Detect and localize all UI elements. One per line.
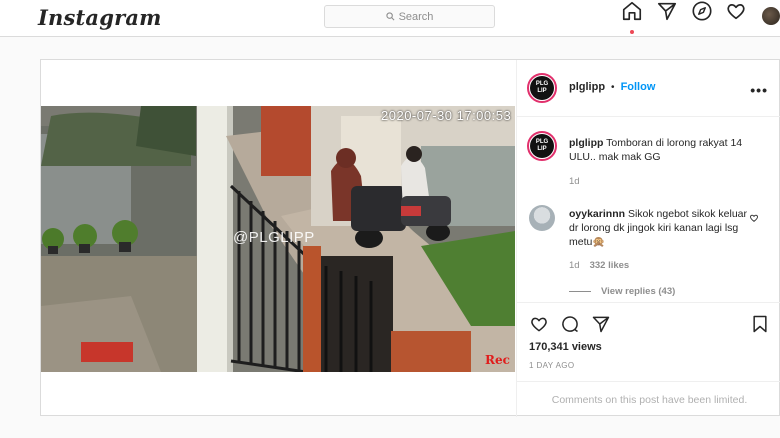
comment-like-heart-icon[interactable] (749, 210, 759, 222)
view-replies-label: View replies (43) (601, 286, 676, 297)
avatar-text-top: PLG (535, 81, 549, 87)
search-icon (385, 12, 395, 21)
more-options-icon[interactable]: ••• (750, 82, 768, 98)
post-caption: plglipp Tomboran di lorong rakyat 14 ULU… (569, 136, 769, 164)
avatar-text-bottom: LIP (537, 146, 547, 152)
commenter-avatar[interactable] (529, 205, 555, 231)
follow-button[interactable]: Follow (621, 81, 656, 93)
explore-icon[interactable] (691, 0, 713, 22)
comment-meta: 1d 332 likes (569, 260, 629, 271)
home-icon[interactable] (621, 0, 643, 22)
caption-author-avatar[interactable]: PLG LIP (527, 131, 557, 161)
home-active-indicator (630, 30, 634, 34)
post-side-panel: PLG LIP plglipp • Follow ••• PLG LIP plg… (516, 60, 780, 417)
caption-avatar-logo: PLG LIP (530, 134, 554, 158)
author-username[interactable]: plglipp (569, 81, 605, 93)
share-paper-plane-icon[interactable] (591, 314, 611, 334)
save-bookmark-icon[interactable] (750, 314, 770, 334)
separator-dot: • (611, 81, 615, 93)
search-placeholder: Search (398, 10, 434, 23)
author-avatar-logo: PLG LIP (530, 76, 554, 100)
avatar-text-top: PLG (535, 139, 549, 145)
comment-username[interactable]: oyykarinnn (569, 208, 625, 220)
instagram-logo[interactable]: Instagram (38, 5, 162, 30)
comments-limited-notice: Comments on this post have been limited. (517, 381, 780, 418)
view-count[interactable]: 170,341 views (529, 341, 602, 353)
avatar-text-bottom: LIP (537, 88, 547, 94)
comment: oyykarinnn Sikok ngebot sikok keluar dr … (569, 207, 749, 249)
cctv-timestamp: 2020-07-30 17:00:53 (381, 108, 512, 123)
caption-username[interactable]: plglipp (569, 137, 603, 149)
rec-label: Rec (485, 353, 510, 367)
replies-divider (569, 291, 591, 292)
like-heart-icon[interactable] (529, 314, 549, 334)
post-time-ago[interactable]: 1 DAY AGO (529, 361, 575, 370)
post-video[interactable]: 2020-07-30 17:00:53 @PLGLIPP Rec (41, 106, 515, 372)
view-replies-button[interactable]: View replies (43) (569, 286, 675, 297)
video-watermark: @PLGLIPP (233, 229, 315, 246)
direct-icon[interactable] (656, 0, 678, 22)
author-avatar[interactable]: PLG LIP (527, 73, 557, 103)
profile-avatar[interactable] (762, 7, 780, 25)
activity-heart-icon[interactable] (725, 0, 747, 22)
comment-bubble-icon[interactable] (560, 314, 580, 334)
post-actions: 170,341 views 1 DAY AGO Comments on this… (517, 302, 780, 406)
search-input[interactable]: Search (324, 5, 495, 28)
post-header: PLG LIP plglipp • Follow ••• (517, 60, 780, 117)
comment-likes[interactable]: 332 likes (590, 260, 630, 271)
top-navigation-bar: Instagram Search (0, 0, 780, 37)
comment-time: 1d (569, 260, 580, 271)
caption-time: 1d (569, 176, 580, 187)
author-row: plglipp • Follow (569, 81, 655, 93)
post-card: 2020-07-30 17:00:53 @PLGLIPP Rec PLG LIP… (40, 59, 780, 417)
